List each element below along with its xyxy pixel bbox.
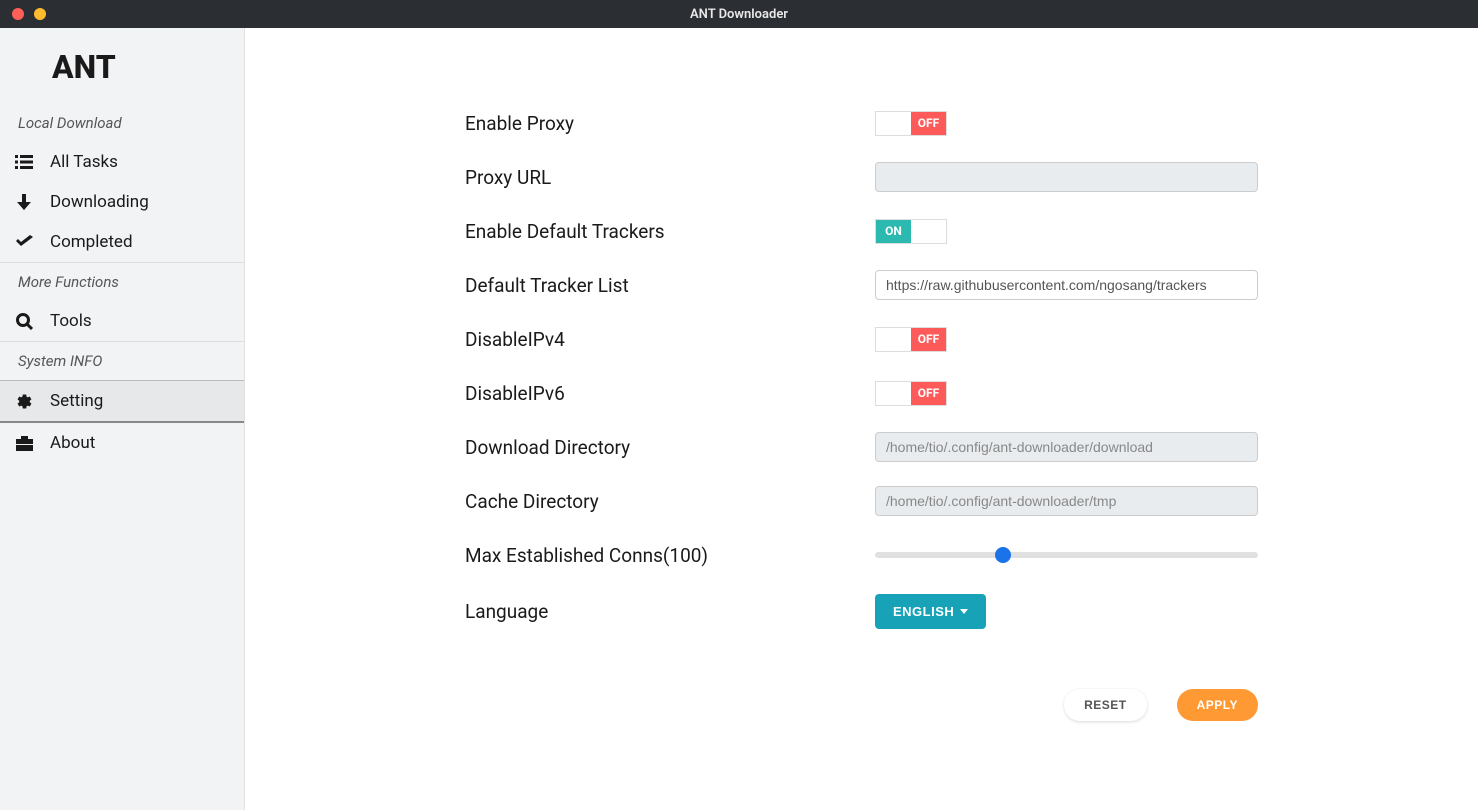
app-logo: ANT bbox=[0, 28, 244, 104]
label-proxy-url: Proxy URL bbox=[465, 166, 875, 189]
gear-icon bbox=[14, 393, 34, 410]
label-default-tracker-list: Default Tracker List bbox=[465, 274, 875, 297]
sidebar-item-completed[interactable]: Completed bbox=[0, 222, 244, 262]
label-disable-ipv6: DisableIPv6 bbox=[465, 382, 875, 405]
download-arrow-icon bbox=[14, 194, 34, 210]
toggle-off-label: OFF bbox=[911, 112, 946, 135]
sidebar-item-downloading[interactable]: Downloading bbox=[0, 182, 244, 222]
sidebar-item-setting[interactable]: Setting bbox=[0, 380, 244, 423]
toggle-on-label: ON bbox=[876, 220, 911, 243]
sidebar-section-local-download: Local Download bbox=[0, 104, 244, 142]
toggle-on-label bbox=[876, 112, 911, 135]
titlebar: ANT Downloader bbox=[0, 0, 1478, 28]
slider-max-conns[interactable] bbox=[875, 547, 1258, 563]
toggle-enable-default-trackers[interactable]: ON bbox=[875, 219, 947, 244]
sidebar-item-all-tasks[interactable]: All Tasks bbox=[0, 142, 244, 182]
label-disable-ipv4: DisableIPv4 bbox=[465, 328, 875, 351]
reset-button[interactable]: RESET bbox=[1064, 689, 1147, 721]
sidebar-section-more-functions: More Functions bbox=[0, 263, 244, 301]
label-language: Language bbox=[465, 600, 875, 623]
window-title: ANT Downloader bbox=[690, 7, 788, 22]
sidebar-item-tools[interactable]: Tools bbox=[0, 301, 244, 341]
input-default-tracker-list[interactable] bbox=[875, 270, 1258, 300]
toggle-on-label bbox=[876, 382, 911, 405]
settings-panel: Enable Proxy OFF Proxy URL Enable Defaul… bbox=[245, 28, 1478, 810]
list-icon bbox=[14, 155, 34, 169]
sidebar-item-label: All Tasks bbox=[50, 152, 118, 172]
slider-track bbox=[875, 552, 1258, 558]
label-enable-proxy: Enable Proxy bbox=[465, 112, 875, 135]
label-download-directory: Download Directory bbox=[465, 436, 875, 459]
check-icon bbox=[14, 235, 34, 249]
label-enable-default-trackers: Enable Default Trackers bbox=[465, 220, 875, 243]
sidebar-section-system-info: System INFO bbox=[0, 342, 244, 380]
apply-button[interactable]: APPLY bbox=[1177, 689, 1258, 721]
slider-thumb[interactable] bbox=[995, 547, 1011, 563]
sidebar-item-about[interactable]: About bbox=[0, 423, 244, 463]
input-proxy-url[interactable] bbox=[875, 162, 1258, 192]
caret-down-icon bbox=[960, 609, 968, 614]
dropdown-language[interactable]: ENGLISH bbox=[875, 594, 986, 629]
sidebar-item-label: Completed bbox=[50, 232, 133, 252]
toggle-off-label bbox=[911, 220, 946, 243]
toggle-enable-proxy[interactable]: OFF bbox=[875, 111, 947, 136]
sidebar-item-label: Downloading bbox=[50, 192, 149, 212]
sidebar-item-label: Tools bbox=[50, 311, 92, 331]
input-cache-directory[interactable] bbox=[875, 486, 1258, 516]
toggle-off-label: OFF bbox=[911, 328, 946, 351]
close-window-button[interactable] bbox=[12, 8, 24, 20]
sidebar-item-label: About bbox=[50, 433, 95, 453]
input-download-directory[interactable] bbox=[875, 432, 1258, 462]
sidebar-item-label: Setting bbox=[50, 391, 103, 411]
minimize-window-button[interactable] bbox=[34, 8, 46, 20]
label-max-conns: Max Established Conns(100) bbox=[465, 544, 875, 567]
search-icon bbox=[14, 313, 34, 330]
toggle-disable-ipv6[interactable]: OFF bbox=[875, 381, 947, 406]
window-buttons bbox=[0, 8, 46, 20]
toggle-on-label bbox=[876, 328, 911, 351]
dropdown-language-value: ENGLISH bbox=[893, 604, 954, 619]
toggle-off-label: OFF bbox=[911, 382, 946, 405]
toggle-disable-ipv4[interactable]: OFF bbox=[875, 327, 947, 352]
sidebar: ANT Local Download All Tasks Downloading… bbox=[0, 28, 245, 810]
briefcase-icon bbox=[14, 436, 34, 451]
label-cache-directory: Cache Directory bbox=[465, 490, 875, 513]
